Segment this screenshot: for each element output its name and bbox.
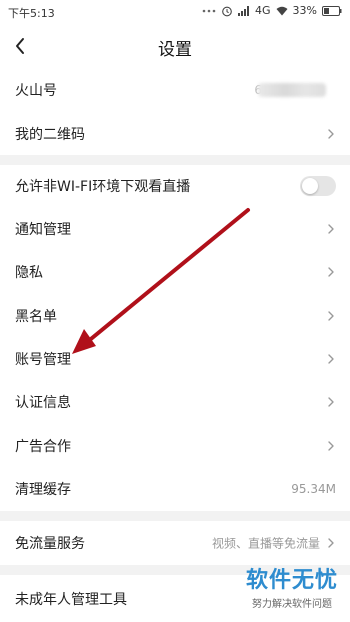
setting-non-wifi-live: 允许非WI-FI环境下观看直播 [0, 165, 350, 208]
non-wifi-live-toggle[interactable] [300, 176, 336, 196]
setting-label: 黑名单 [15, 308, 57, 325]
setting-label: 隐私 [15, 265, 43, 281]
toggle-knob [302, 178, 318, 194]
dots-icon [202, 8, 216, 14]
setting-blacklist[interactable]: 黑名单 [0, 294, 350, 338]
network-type: 4G [255, 4, 271, 17]
setting-label: 广告合作 [15, 438, 71, 455]
setting-label: 允许非WI-FI环境下观看直播 [15, 179, 191, 195]
chevron-right-icon [328, 397, 334, 407]
setting-notifications[interactable]: 通知管理 [0, 207, 350, 251]
setting-label: 火山号 [15, 83, 57, 99]
status-time: 下午5:13 [8, 7, 55, 20]
setting-clear-cache[interactable]: 清理缓存 95.34M [0, 467, 350, 511]
setting-qr-code[interactable]: 我的二维码 [0, 112, 350, 155]
battery-percent: 33% [292, 4, 317, 17]
chevron-right-icon [328, 440, 334, 451]
nav-bar: 设置 [0, 24, 350, 69]
blurred-id-mask [258, 83, 326, 97]
watermark-main: 软件无忧 [245, 568, 338, 593]
setting-free-data[interactable]: 免流量服务 视频、直播等免流量 [0, 521, 350, 565]
chevron-right-icon [328, 128, 334, 139]
section-divider [0, 511, 350, 521]
chevron-right-icon [328, 353, 334, 364]
status-icons: 4G 33% [202, 4, 342, 17]
setting-account[interactable]: 账号管理 [0, 337, 350, 381]
setting-huoshan-id[interactable]: 火山号 6 [0, 68, 350, 113]
cache-size: 95.34M [291, 482, 336, 496]
chevron-right-icon [328, 310, 334, 321]
alarm-icon [221, 5, 233, 17]
section-divider [0, 155, 350, 165]
page-title: 设置 [158, 40, 192, 60]
setting-label: 未成年人管理工具 [15, 591, 127, 608]
setting-label: 账号管理 [15, 351, 71, 368]
setting-label: 我的二维码 [15, 126, 85, 143]
setting-label: 认证信息 [15, 395, 71, 411]
battery-icon [322, 5, 342, 16]
free-data-description: 视频、直播等免流量 [211, 536, 320, 551]
signal-icon [238, 5, 250, 16]
setting-verification[interactable]: 认证信息 [0, 380, 350, 425]
watermark-logo: 软件无忧 努力解决软件问题 [246, 562, 338, 610]
status-bar: 下午5:13 4G 33% [0, 0, 350, 24]
setting-ad-partnership[interactable]: 广告合作 [0, 424, 350, 468]
setting-privacy[interactable]: 隐私 [0, 250, 350, 295]
setting-label: 通知管理 [15, 221, 71, 238]
watermark-sub: 努力解决软件问题 [251, 599, 332, 610]
chevron-right-icon [328, 223, 334, 234]
chevron-right-icon [328, 538, 334, 548]
wifi-icon [276, 6, 288, 16]
chevron-right-icon [328, 267, 334, 277]
setting-label: 免流量服务 [15, 536, 85, 552]
setting-label: 清理缓存 [15, 482, 71, 498]
